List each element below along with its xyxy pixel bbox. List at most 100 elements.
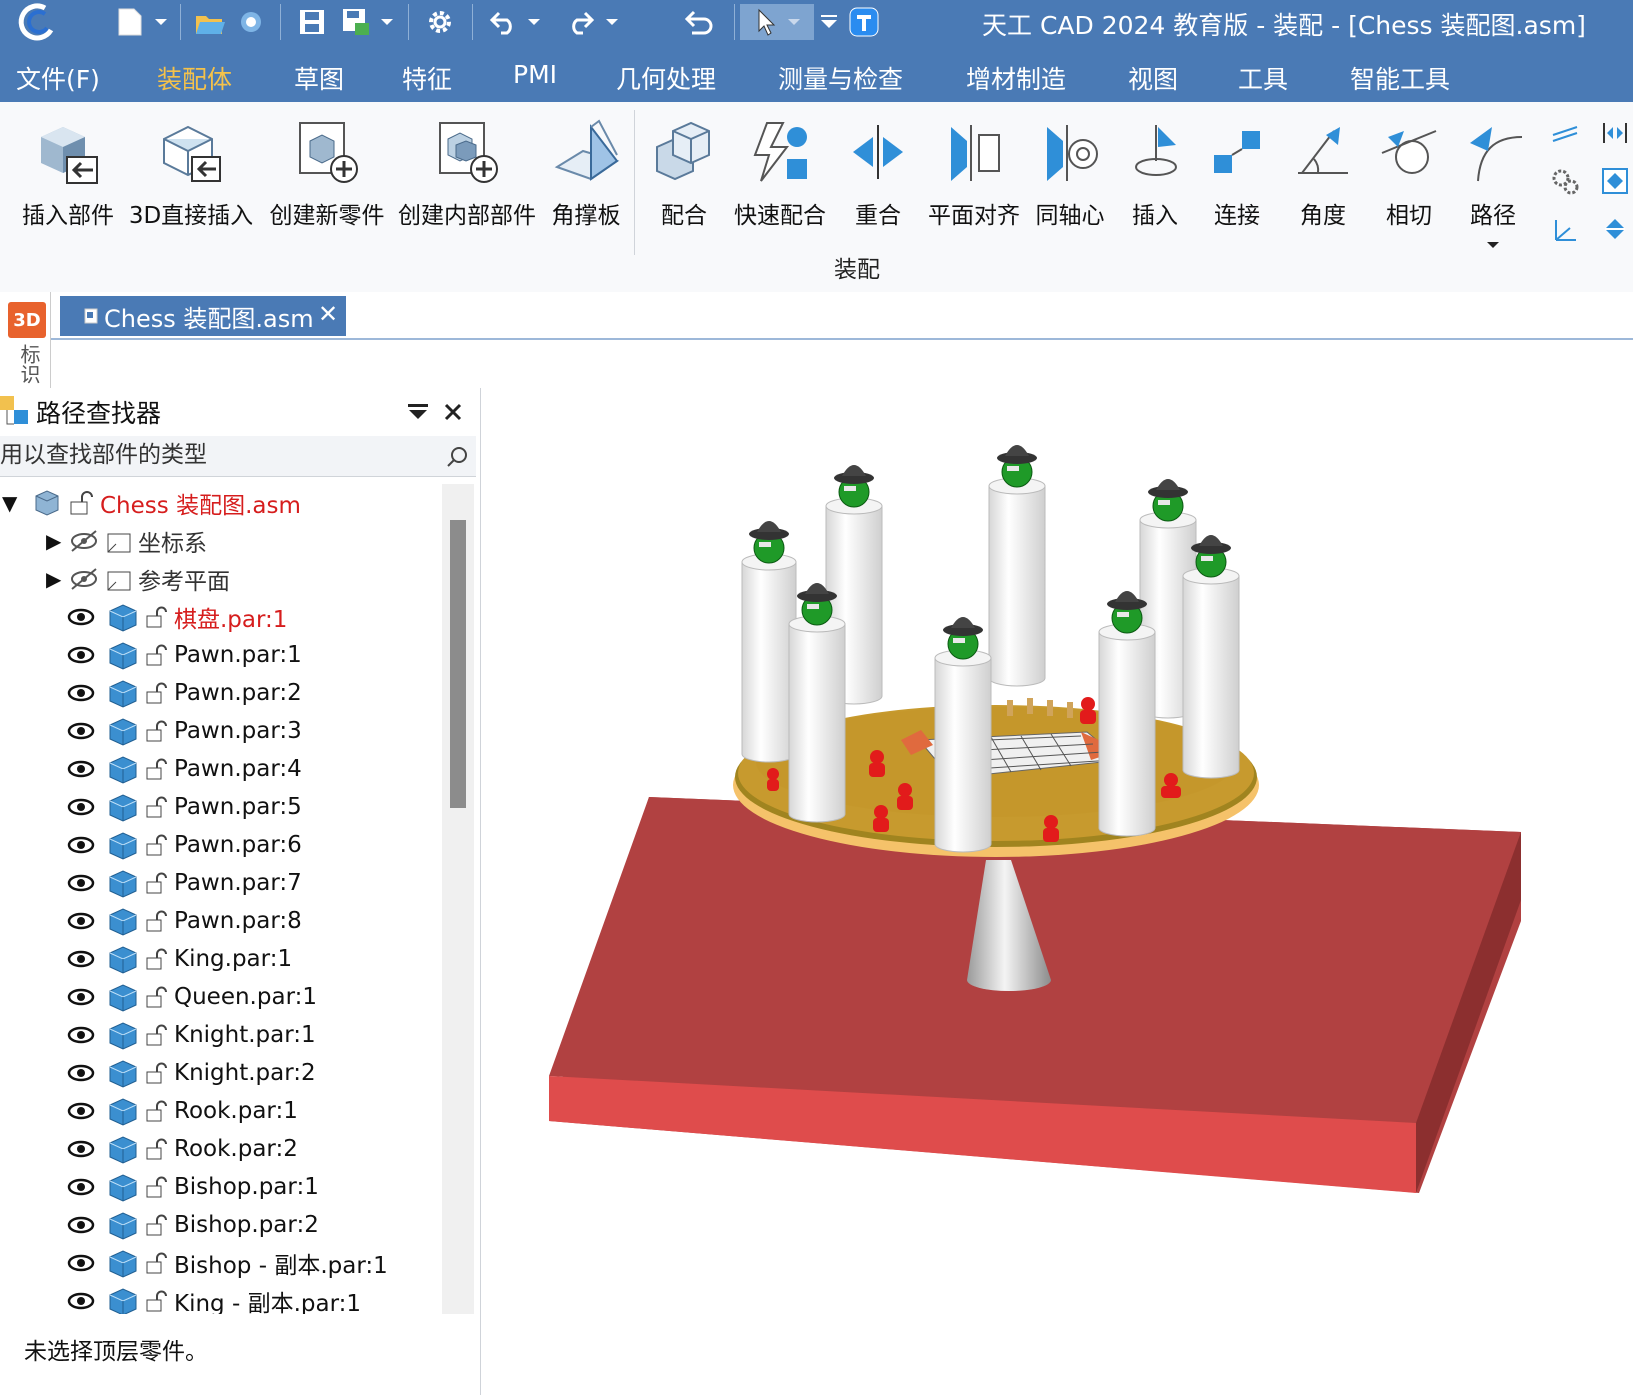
finder-search-input[interactable] (0, 436, 440, 474)
open-recent-icon[interactable] (234, 4, 268, 40)
coincident-button[interactable]: 重合 (838, 112, 918, 230)
select-tool-button[interactable] (740, 4, 814, 40)
tree-scrollbar[interactable] (442, 484, 474, 1314)
undo-dropdown-chevron-icon[interactable] (524, 4, 544, 40)
undo-icon[interactable] (484, 4, 524, 40)
panel-close-icon[interactable] (444, 403, 462, 421)
create-internal-component-button[interactable]: 创建内部部件 (394, 112, 540, 230)
tree-part-node[interactable]: Queen.par:1 (0, 978, 440, 1016)
customize-toolbar-icon[interactable] (814, 4, 844, 40)
menu-measure[interactable]: 测量与检查 (778, 60, 903, 102)
tree-folder-node[interactable]: ▶ 参考平面 (0, 560, 440, 598)
visible-eye-icon[interactable] (66, 834, 96, 856)
tree-part-node[interactable]: Pawn.par:1 (0, 636, 440, 674)
visible-eye-icon[interactable] (66, 1024, 96, 1046)
menu-view[interactable]: 视图 (1128, 60, 1178, 102)
tree-part-node[interactable]: Rook.par:1 (0, 1092, 440, 1130)
pawn-pillar[interactable] (1182, 535, 1240, 779)
document-tab[interactable]: Chess 装配图.asm ✕ (60, 296, 346, 336)
pawn-pillar[interactable] (788, 583, 846, 823)
pawn-pillar[interactable] (934, 617, 992, 853)
path-mate-button[interactable]: 路径 (1458, 112, 1528, 254)
tangent-button[interactable]: 相切 (1372, 112, 1446, 230)
close-tab-icon[interactable]: ✕ (318, 300, 338, 328)
new-file-icon[interactable] (110, 4, 150, 40)
tree-part-node[interactable]: Knight.par:2 (0, 1054, 440, 1092)
tree-part-node[interactable]: Bishop - 副本.par:1 (0, 1244, 440, 1282)
tree-part-node[interactable]: Pawn.par:6 (0, 826, 440, 864)
save-dropdown-chevron-icon[interactable] (376, 4, 398, 40)
mate-button[interactable]: 配合 (644, 112, 724, 230)
tree-part-node[interactable]: Pawn.par:4 (0, 750, 440, 788)
3d-viewport[interactable] (481, 340, 1633, 1395)
distance-mate-icon[interactable] (1598, 116, 1632, 150)
pawn-pillar[interactable] (1098, 591, 1156, 837)
tree-folder-node[interactable]: ▶ 坐标系 (0, 522, 440, 560)
visible-eye-icon[interactable] (66, 644, 96, 666)
menu-file[interactable]: 文件(F) (16, 60, 100, 102)
visible-eye-icon[interactable] (66, 796, 96, 818)
settings-icon[interactable] (420, 4, 460, 40)
visible-eye-icon[interactable] (66, 1214, 96, 1236)
gear-mate-icon[interactable] (1548, 164, 1582, 198)
save-as-icon[interactable] (336, 4, 376, 40)
board-slab[interactable] (549, 797, 1521, 1193)
angle-button[interactable]: 角度 (1286, 112, 1360, 230)
visible-eye-icon[interactable] (66, 1252, 96, 1274)
visible-eye-icon[interactable] (66, 606, 96, 628)
create-new-part-button[interactable]: 创建新零件 (262, 112, 392, 230)
tree-part-node[interactable]: Bishop.par:2 (0, 1206, 440, 1244)
tree-root-node[interactable]: ▼ Chess 装配图.asm (0, 484, 440, 522)
app-logo-icon[interactable] (12, 3, 62, 41)
coordinate-system-mate-icon[interactable] (1548, 212, 1582, 246)
tree-part-node[interactable]: Pawn.par:7 (0, 864, 440, 902)
hidden-eye-icon[interactable] (68, 529, 100, 553)
redo-icon[interactable] (560, 4, 600, 40)
menu-smart-tools[interactable]: 智能工具 (1350, 60, 1450, 102)
insert-part-button[interactable]: 插入部件 (16, 112, 120, 230)
visible-eye-icon[interactable] (66, 720, 96, 742)
tree-expander-icon[interactable]: ▶ (46, 567, 68, 591)
repeat-command-icon[interactable] (680, 4, 720, 40)
menu-assembly[interactable]: 装配体 (129, 60, 261, 105)
visible-eye-icon[interactable] (66, 758, 96, 780)
center-plane-icon[interactable] (1598, 164, 1632, 198)
tree-expander-icon[interactable]: ▶ (46, 529, 68, 553)
pawn-pillar[interactable] (988, 445, 1046, 687)
open-file-icon[interactable] (190, 4, 230, 40)
rigid-set-icon[interactable] (1598, 212, 1632, 246)
new-dropdown-chevron-icon[interactable] (150, 4, 172, 40)
path-dropdown-chevron-icon[interactable] (1486, 240, 1500, 250)
quick-mate-button[interactable]: 快速配合 (728, 112, 832, 230)
tree-part-node[interactable]: 棋盘.par:1 (0, 598, 440, 636)
side-panel-tab[interactable]: 3D 标识 (0, 292, 51, 392)
tree-part-node[interactable]: King - 副本.par:1 (0, 1282, 440, 1314)
menu-sketch[interactable]: 草图 (294, 60, 344, 102)
tree-part-node[interactable]: Pawn.par:5 (0, 788, 440, 826)
menu-features[interactable]: 特征 (402, 60, 452, 102)
visible-eye-icon[interactable] (66, 948, 96, 970)
redo-dropdown-chevron-icon[interactable] (602, 4, 622, 40)
visible-eye-icon[interactable] (66, 1176, 96, 1198)
parallel-mate-icon[interactable] (1548, 116, 1582, 150)
visible-eye-icon[interactable] (66, 1138, 96, 1160)
tree-scroll-thumb[interactable] (450, 520, 466, 808)
search-icon[interactable] (446, 446, 468, 468)
axial-align-button[interactable]: 同轴心 (1028, 112, 1112, 230)
tree-part-node[interactable]: Pawn.par:2 (0, 674, 440, 712)
direct-insert-3d-button[interactable]: 3D直接插入 (124, 112, 258, 230)
tiangong-t-icon[interactable] (846, 4, 882, 40)
visible-eye-icon[interactable] (66, 986, 96, 1008)
hidden-eye-icon[interactable] (68, 567, 100, 591)
visible-eye-icon[interactable] (66, 872, 96, 894)
tree-part-node[interactable]: King.par:1 (0, 940, 440, 978)
menu-additive[interactable]: 增材制造 (966, 60, 1066, 102)
planar-align-button[interactable]: 平面对齐 (922, 112, 1026, 230)
panel-options-icon[interactable] (408, 404, 428, 420)
insert-mate-button[interactable]: 插入 (1118, 112, 1192, 230)
pawn-pillar[interactable] (741, 521, 797, 763)
connect-button[interactable]: 连接 (1200, 112, 1274, 230)
menu-tools[interactable]: 工具 (1238, 60, 1288, 102)
menu-geometry[interactable]: 几何处理 (616, 60, 716, 102)
visible-eye-icon[interactable] (66, 1100, 96, 1122)
